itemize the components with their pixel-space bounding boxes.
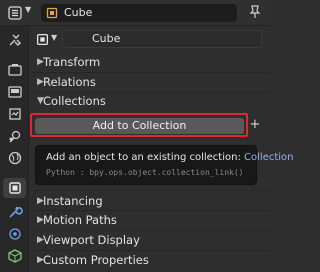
view-layer-icon [8,108,21,120]
chevron-down-icon: ▼ [51,33,58,42]
physics-icon [8,228,21,240]
tooltip-highlight: Collection [244,152,294,163]
object-name-field[interactable]: Cube [41,4,237,22]
output-icon [7,86,22,98]
panel-motion-paths-label: Motion Paths [43,213,117,227]
tab-modifiers[interactable] [3,202,26,222]
wrench-icon [8,206,23,218]
object-datablock-row: ▼ Cube [29,27,270,51]
tooltip-description: Add an object to an existing collection:… [46,152,294,163]
tab-data[interactable] [3,246,26,266]
panel-collections-label: Collections [43,94,106,108]
tab-render[interactable] [3,60,26,80]
object-icon [8,182,21,194]
tab-tool[interactable] [3,30,26,50]
panel-relations-label: Relations [43,75,96,89]
properties-header: ▼ Cube [0,0,270,26]
tab-world[interactable] [3,148,26,168]
tooltip: Add an object to an existing collection:… [35,145,294,185]
render-icon [7,64,22,76]
panel-instancing-label: Instancing [43,194,103,208]
tool-icon [9,34,21,46]
tab-scene[interactable] [3,126,26,146]
tab-output[interactable] [3,82,26,102]
panel-transform[interactable]: ▶ Transform [29,52,270,72]
tab-object[interactable] [3,178,26,198]
tab-physics[interactable] [3,224,26,244]
tab-view-layer[interactable] [3,104,26,124]
panel-transform-label: Transform [43,55,101,69]
properties-icon [8,6,22,20]
pin-icon[interactable] [247,3,263,21]
panel-instancing[interactable]: ▶ Instancing [29,191,270,211]
scene-icon [8,130,20,143]
editor-type-button[interactable]: ▼ [4,4,34,22]
panel-custom-properties[interactable]: ▶ Custom Properties [29,250,270,270]
object-icon [46,7,58,19]
panel-motion-paths[interactable]: ▶ Motion Paths [29,210,270,230]
properties-tab-bar [0,26,29,272]
panel-relations[interactable]: ▶ Relations [29,72,270,92]
tooltip-text: Add an object to an existing collection: [46,152,241,163]
panel-viewport-display[interactable]: ▶ Viewport Display [29,230,270,250]
mesh-data-icon [7,249,22,263]
panel-collections[interactable]: ▼ Collections [29,91,270,111]
panel-viewport-display-label: Viewport Display [43,233,140,247]
object-type-selector[interactable]: ▼ [33,31,61,48]
chevron-down-icon: ▼ [25,5,32,14]
highlight-box [30,113,248,137]
object-icon [36,33,49,46]
panel-custom-properties-label: Custom Properties [43,253,149,267]
add-collection-plus-button[interactable]: + [247,116,263,134]
object-name: Cube [64,6,93,19]
datablock-name: Cube [92,32,121,45]
tooltip-python: Python : bpy.ops.object.collection_link(… [46,168,244,177]
world-icon [8,151,21,165]
datablock-name-field[interactable]: Cube [62,30,262,48]
